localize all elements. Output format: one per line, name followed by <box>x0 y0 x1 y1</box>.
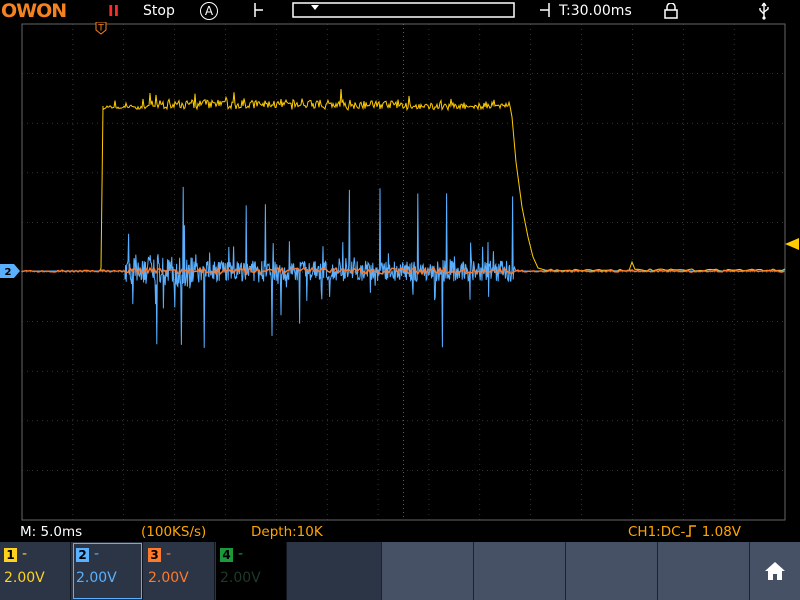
run-stop-status[interactable]: Stop <box>143 0 175 22</box>
channel-2-box[interactable]: 2 - 2.00V <box>72 542 143 600</box>
trigger-level-marker <box>785 238 799 250</box>
trigger-level: 1.08V <box>701 524 742 540</box>
menu-slot-1[interactable] <box>382 542 474 600</box>
lock-icon[interactable] <box>662 3 680 19</box>
empty-slot <box>289 542 382 600</box>
channel-1-number: 1 <box>4 548 17 562</box>
trigger-position-marker: T <box>95 22 107 35</box>
memory-position-bar[interactable] <box>254 2 550 18</box>
trigger-source: CH1:DC- <box>628 524 686 540</box>
trigger-time-readout: T:30.00ms <box>559 3 632 19</box>
ch2-level-marker: 2 <box>0 264 20 278</box>
channel-2-number: 2 <box>76 548 89 562</box>
channel-4-coupling: - <box>238 546 244 562</box>
owon-logo: OWON <box>1 0 67 22</box>
menu-slot-4[interactable] <box>658 542 750 600</box>
waveform-display[interactable]: T 2 <box>0 22 800 522</box>
channel-2-coupling: - <box>94 546 100 562</box>
trigger-marker-label: T <box>97 24 104 34</box>
timebase-readout[interactable]: M: 5.0ms <box>20 522 82 542</box>
usb-icon <box>759 2 769 20</box>
ch2-waveform <box>22 186 785 348</box>
channel-2-scale: 2.00V <box>76 570 117 586</box>
channel-3-box[interactable]: 3 - 2.00V <box>144 542 215 600</box>
home-button[interactable] <box>750 542 800 600</box>
channel-4-number: 4 <box>220 548 233 562</box>
pause-icon[interactable]: II <box>108 0 119 22</box>
channel-4-box[interactable]: 4 - 2.00V <box>216 542 287 600</box>
channel-bar: 1 - 2.00V 2 - 2.00V 3 - 2.00V 4 - 2.00V <box>0 542 800 600</box>
channel-1-box[interactable]: 1 - 2.00V <box>0 542 71 600</box>
acquisition-status-bar: M: 5.0ms (100KS/s) Depth:10K CH1:DC- 1.0… <box>0 522 800 542</box>
memory-depth-readout[interactable]: Depth:10K <box>251 522 323 542</box>
home-icon <box>765 562 785 580</box>
menu-slot-2[interactable] <box>474 542 566 600</box>
channel-3-coupling: - <box>166 546 172 562</box>
channel-3-number: 3 <box>148 548 161 562</box>
channel-1-scale: 2.00V <box>4 570 45 586</box>
rising-edge-icon <box>686 525 697 537</box>
channel-1-coupling: - <box>22 546 28 562</box>
ch2-marker-label: 2 <box>5 267 12 278</box>
acquire-mode-icon[interactable]: A <box>200 2 218 20</box>
channel-3-scale: 2.00V <box>148 570 189 586</box>
menu-slot-3[interactable] <box>566 542 658 600</box>
top-status-bar: OWON II Stop A T:30.00ms <box>0 0 800 22</box>
sample-rate-readout: (100KS/s) <box>141 524 207 540</box>
trigger-readout[interactable]: CH1:DC- 1.08V <box>628 522 741 542</box>
channel-4-scale: 2.00V <box>220 570 261 586</box>
